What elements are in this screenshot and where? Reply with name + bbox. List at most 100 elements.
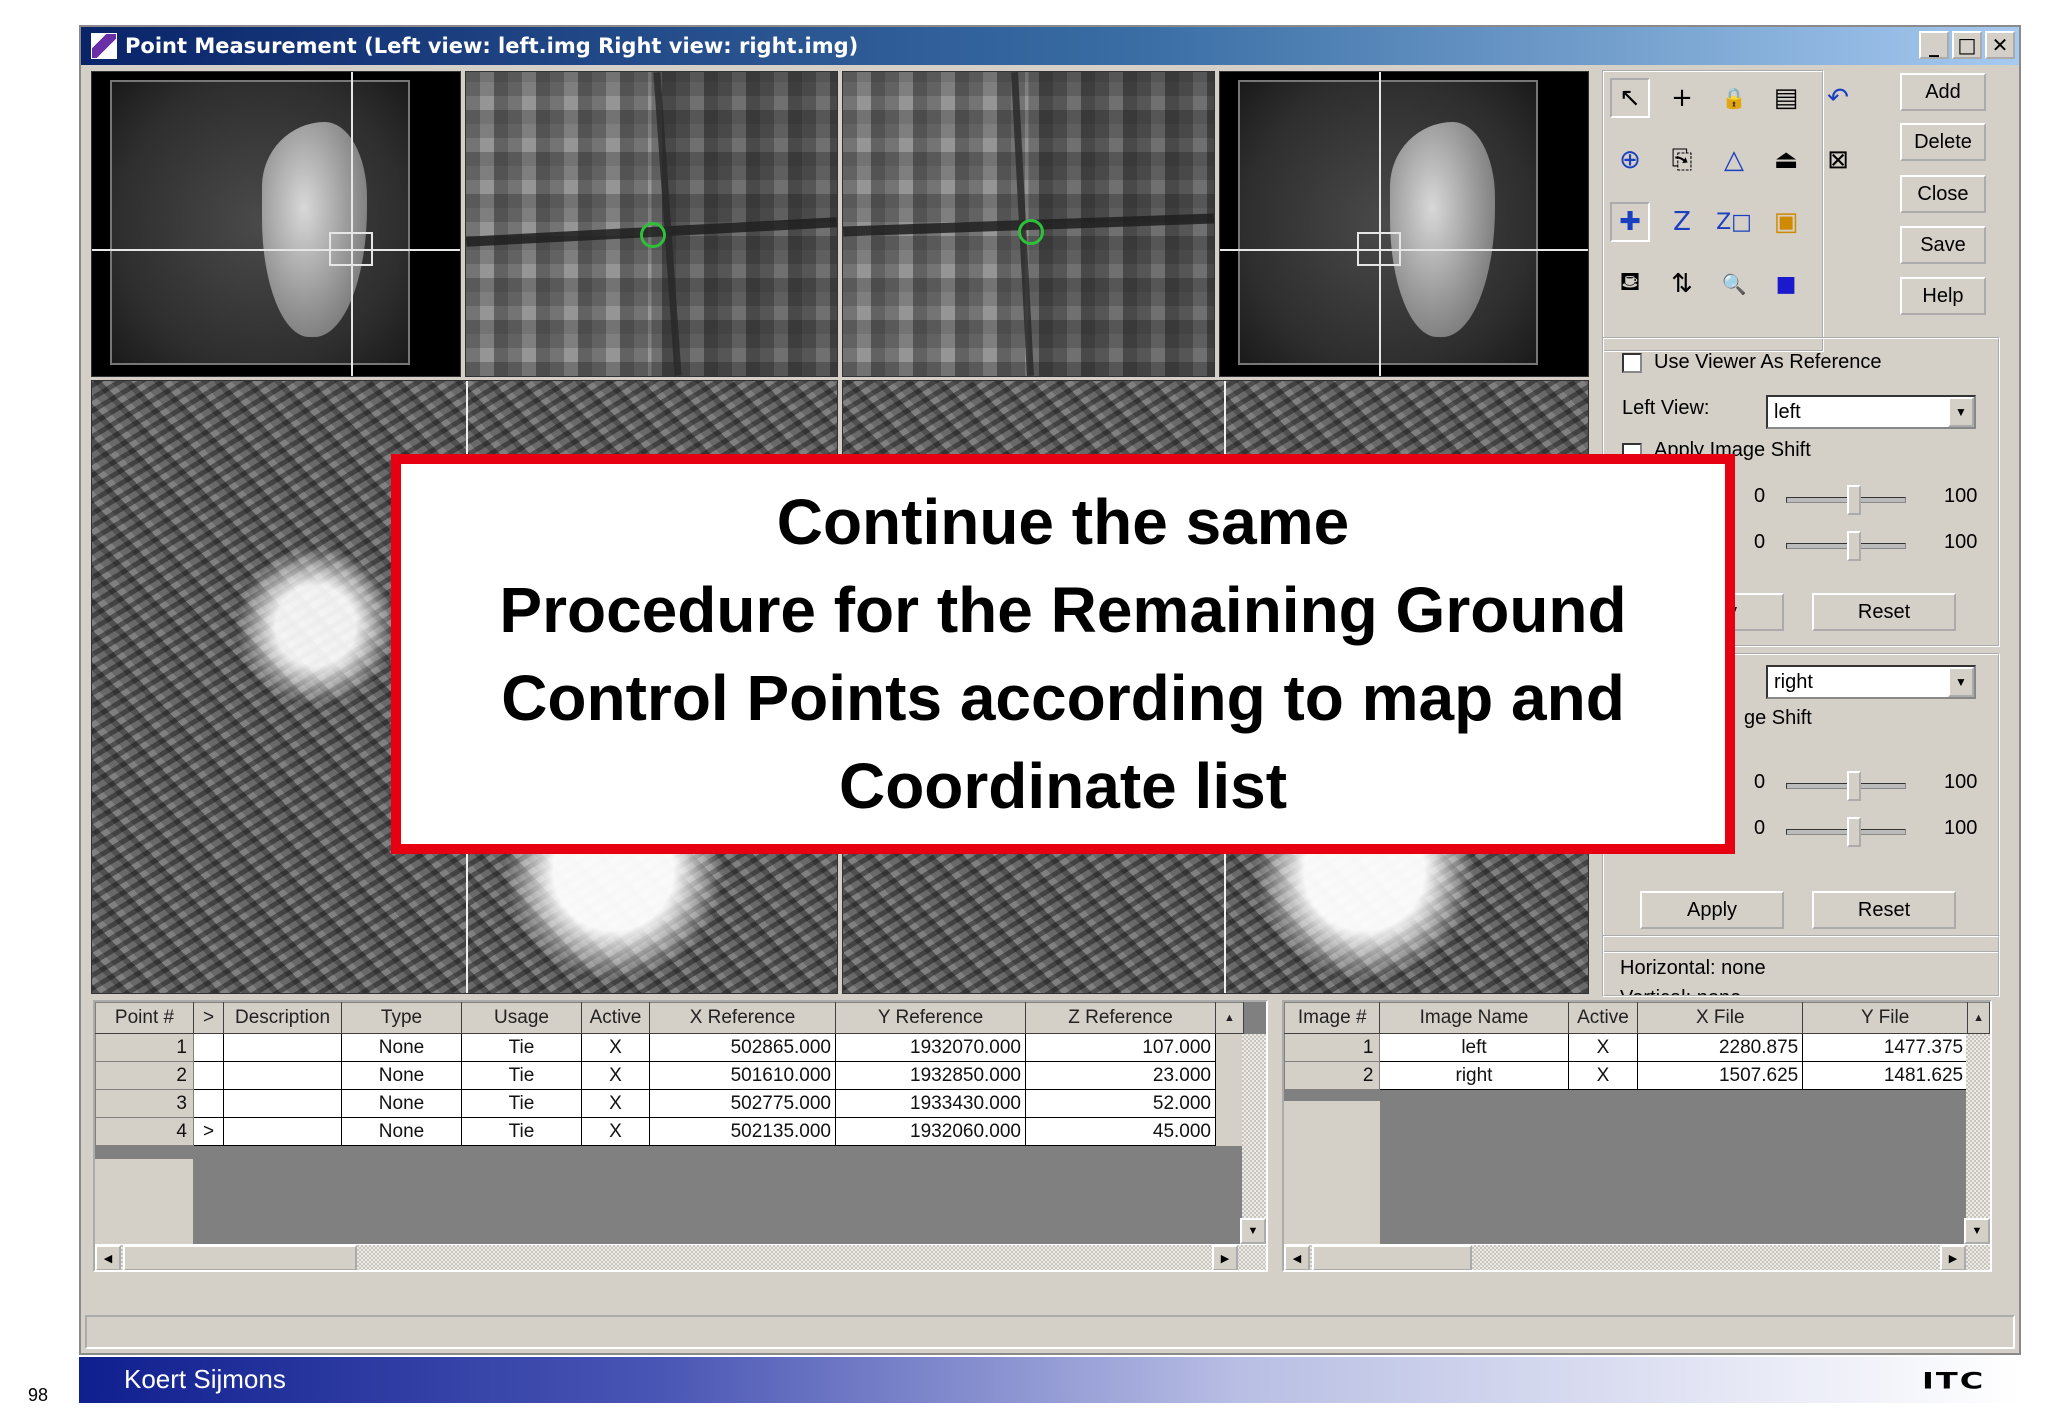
x-reference-cell[interactable]: 502865.000 — [649, 1033, 836, 1062]
y-shift-slider[interactable] — [1786, 531, 1906, 561]
table-row[interactable]: 4 > None Tie X 502135.000 1932060.000 45… — [95, 1117, 1244, 1146]
table-row[interactable]: 1 None Tie X 502865.000 1932070.000 107.… — [95, 1033, 1244, 1062]
active-cell[interactable]: X — [581, 1117, 650, 1146]
z-reference-cell[interactable]: 107.000 — [1025, 1033, 1216, 1062]
row-number[interactable]: 2 — [1284, 1061, 1381, 1090]
add-gcp-icon[interactable]: ✚ — [1610, 202, 1650, 242]
horizontal-scrollbar[interactable]: ◀ ▶ — [1284, 1244, 1990, 1270]
z-box-icon[interactable]: Z□ — [1714, 202, 1754, 242]
select-arrow-icon[interactable]: ↖ — [1610, 78, 1650, 118]
close-window-button[interactable]: ✕ — [1985, 31, 2015, 59]
left-overview-viewer[interactable] — [91, 71, 461, 377]
add-button[interactable]: Add — [1900, 73, 1986, 111]
lock-icon[interactable]: 🔒 — [1714, 78, 1754, 118]
link-box[interactable] — [329, 232, 373, 266]
row-number[interactable]: 1 — [95, 1033, 194, 1062]
title-bar[interactable]: Point Measurement (Left view: left.img R… — [81, 27, 2019, 65]
active-cell[interactable]: X — [581, 1089, 650, 1118]
triangle-icon[interactable]: △ — [1714, 140, 1754, 180]
help-button[interactable]: Help — [1900, 277, 1986, 315]
vertical-scrollbar[interactable] — [1966, 1034, 1990, 1244]
description-cell[interactable] — [223, 1117, 342, 1146]
x-reference-cell[interactable]: 502135.000 — [649, 1117, 836, 1146]
update-icon[interactable]: ⊠ — [1818, 140, 1858, 180]
delete-button[interactable]: Delete — [1900, 123, 1986, 161]
vertical-scrollbar[interactable] — [1242, 1034, 1266, 1244]
scroll-up-button[interactable]: ▲ — [1215, 1002, 1244, 1034]
scroll-down-button[interactable]: ▼ — [1240, 1218, 1266, 1244]
x-file-cell[interactable]: 2280.875 — [1637, 1033, 1804, 1062]
stamp-icon[interactable]: ⛾ — [1610, 264, 1650, 304]
row-number[interactable]: 4 — [95, 1117, 194, 1146]
y-reference-cell[interactable]: 1932850.000 — [835, 1061, 1026, 1090]
scroll-thumb[interactable] — [1312, 1245, 1472, 1270]
gcp-marker[interactable] — [1018, 219, 1044, 245]
table-row[interactable]: 3 None Tie X 502775.000 1933430.000 52.0… — [95, 1089, 1244, 1118]
x-shift-slider[interactable] — [1786, 485, 1906, 515]
col-marker[interactable]: > — [193, 1002, 224, 1034]
scroll-right-button[interactable]: ▶ — [1940, 1245, 1966, 1270]
col-z-reference[interactable]: Z Reference — [1025, 1002, 1216, 1034]
description-cell[interactable] — [223, 1033, 342, 1062]
col-y-reference[interactable]: Y Reference — [835, 1002, 1026, 1034]
scroll-down-button[interactable]: ▼ — [1964, 1218, 1990, 1244]
apply-button[interactable]: Apply — [1640, 891, 1784, 929]
right-overview-viewer[interactable] — [1219, 71, 1589, 377]
usage-cell[interactable]: Tie — [461, 1061, 582, 1090]
grid-table-icon[interactable]: ▤ — [1766, 78, 1806, 118]
type-cell[interactable]: None — [341, 1089, 462, 1118]
usage-cell[interactable]: Tie — [461, 1117, 582, 1146]
z-icon[interactable]: Z — [1662, 202, 1702, 242]
image-name-cell[interactable]: right — [1379, 1061, 1569, 1090]
table-row[interactable]: 2 None Tie X 501610.000 1932850.000 23.0… — [95, 1061, 1244, 1090]
col-usage[interactable]: Usage — [461, 1002, 582, 1034]
left-zoom-viewer[interactable] — [465, 71, 838, 377]
active-cell[interactable]: X — [581, 1033, 650, 1062]
active-cell[interactable]: X — [1567, 1061, 1639, 1090]
create-point-icon[interactable]: ⎘ — [1662, 140, 1702, 180]
y-file-cell[interactable]: 1481.625 — [1802, 1061, 1969, 1090]
drive-triangle-icon[interactable]: ⏏ — [1766, 140, 1806, 180]
chevron-down-icon[interactable]: ▼ — [1948, 397, 1974, 427]
table-row[interactable]: 1 left X 2280.875 1477.375 — [1284, 1033, 1990, 1062]
scroll-left-button[interactable]: ◀ — [95, 1245, 121, 1270]
scroll-thumb[interactable] — [123, 1245, 357, 1270]
col-type[interactable]: Type — [341, 1002, 462, 1034]
y-reference-cell[interactable]: 1933430.000 — [835, 1089, 1026, 1118]
col-image-number[interactable]: Image # — [1284, 1002, 1381, 1034]
usage-cell[interactable]: Tie — [461, 1089, 582, 1118]
y-reference-cell[interactable]: 1932070.000 — [835, 1033, 1026, 1062]
x-reference-cell[interactable]: 501610.000 — [649, 1061, 836, 1090]
add-point-icon[interactable]: ⊕ — [1610, 140, 1650, 180]
z-reference-cell[interactable]: 23.000 — [1025, 1061, 1216, 1090]
crosshair-icon[interactable]: + — [1662, 78, 1702, 118]
reset-button[interactable]: Reset — [1812, 891, 1956, 929]
image-name-cell[interactable]: left — [1379, 1033, 1569, 1062]
y-shift-slider[interactable] — [1786, 817, 1906, 847]
color-box-icon[interactable]: ▣ — [1766, 202, 1806, 242]
scroll-left-button[interactable]: ◀ — [1284, 1245, 1310, 1270]
save-button[interactable]: Save — [1900, 226, 1986, 264]
y-file-cell[interactable]: 1477.375 — [1802, 1033, 1969, 1062]
use-viewer-reference-checkbox[interactable] — [1622, 353, 1642, 373]
col-y-file[interactable]: Y File — [1802, 1002, 1969, 1034]
row-number[interactable]: 2 — [95, 1061, 194, 1090]
col-image-name[interactable]: Image Name — [1379, 1002, 1569, 1034]
type-cell[interactable]: None — [341, 1117, 462, 1146]
usage-cell[interactable]: Tie — [461, 1033, 582, 1062]
col-active[interactable]: Active — [1567, 1002, 1639, 1034]
right-zoom-viewer[interactable] — [842, 71, 1215, 377]
close-button[interactable]: Close — [1900, 175, 1986, 213]
col-active[interactable]: Active — [581, 1002, 650, 1034]
z-reference-cell[interactable]: 45.000 — [1025, 1117, 1216, 1146]
right-view-select[interactable]: right ▼ — [1766, 665, 1976, 699]
scroll-right-button[interactable]: ▶ — [1212, 1245, 1238, 1270]
y-reference-cell[interactable]: 1932060.000 — [835, 1117, 1026, 1146]
type-cell[interactable]: None — [341, 1033, 462, 1062]
col-x-reference[interactable]: X Reference — [649, 1002, 836, 1034]
active-cell[interactable]: X — [1567, 1033, 1639, 1062]
col-point-number[interactable]: Point # — [95, 1002, 194, 1034]
z-reference-cell[interactable]: 52.000 — [1025, 1089, 1216, 1118]
x-reference-cell[interactable]: 502775.000 — [649, 1089, 836, 1118]
undo-icon[interactable]: ↶ — [1818, 78, 1858, 118]
